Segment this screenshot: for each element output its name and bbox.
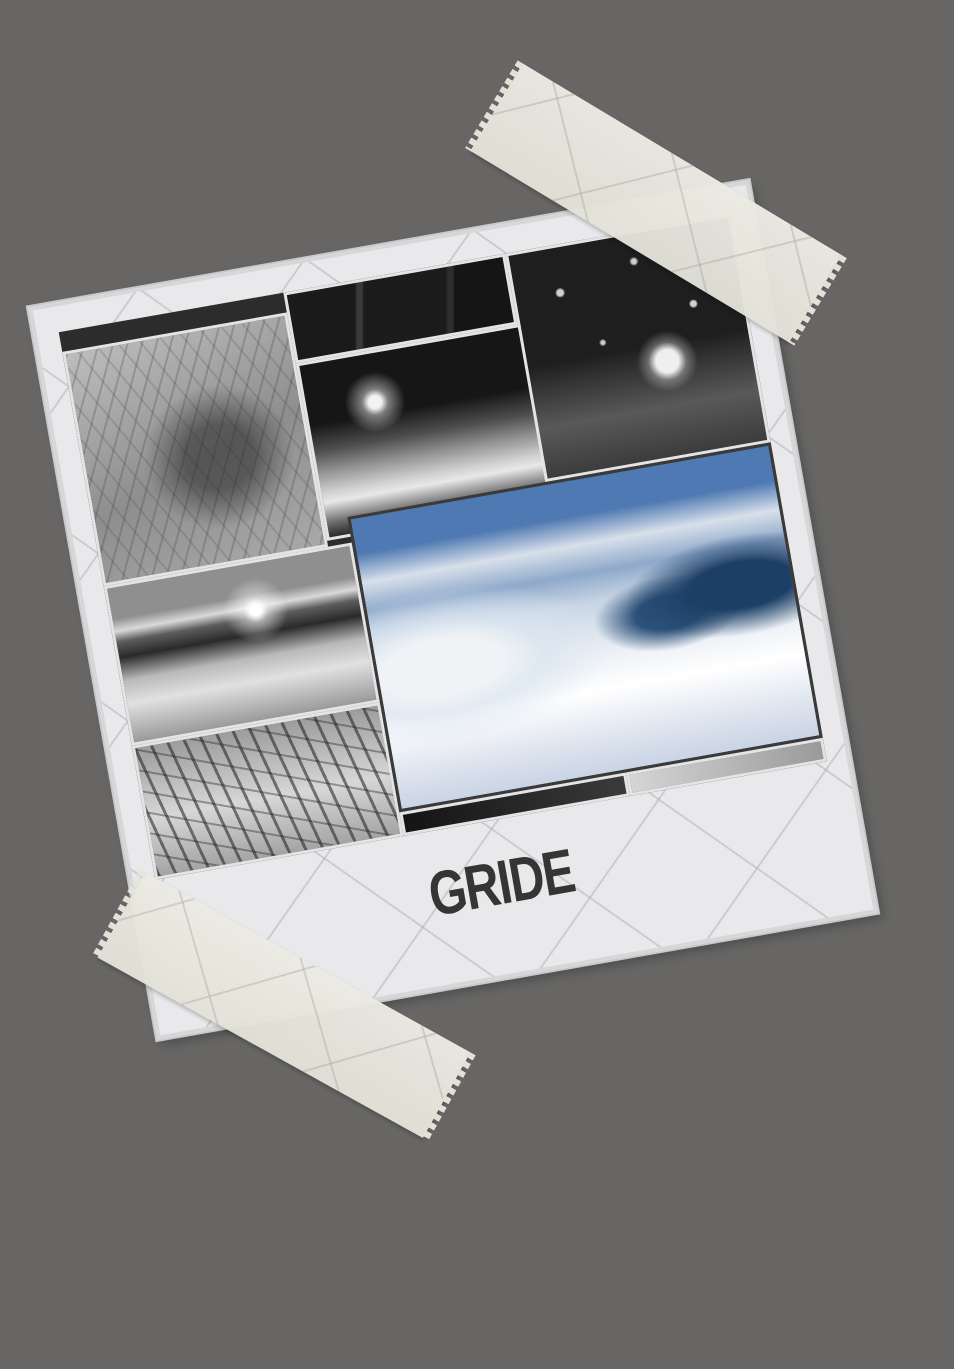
poster-canvas: GRIDE: [0, 0, 954, 1369]
photo-collage: [58, 213, 827, 880]
tree-shadow-photo: [62, 312, 329, 587]
